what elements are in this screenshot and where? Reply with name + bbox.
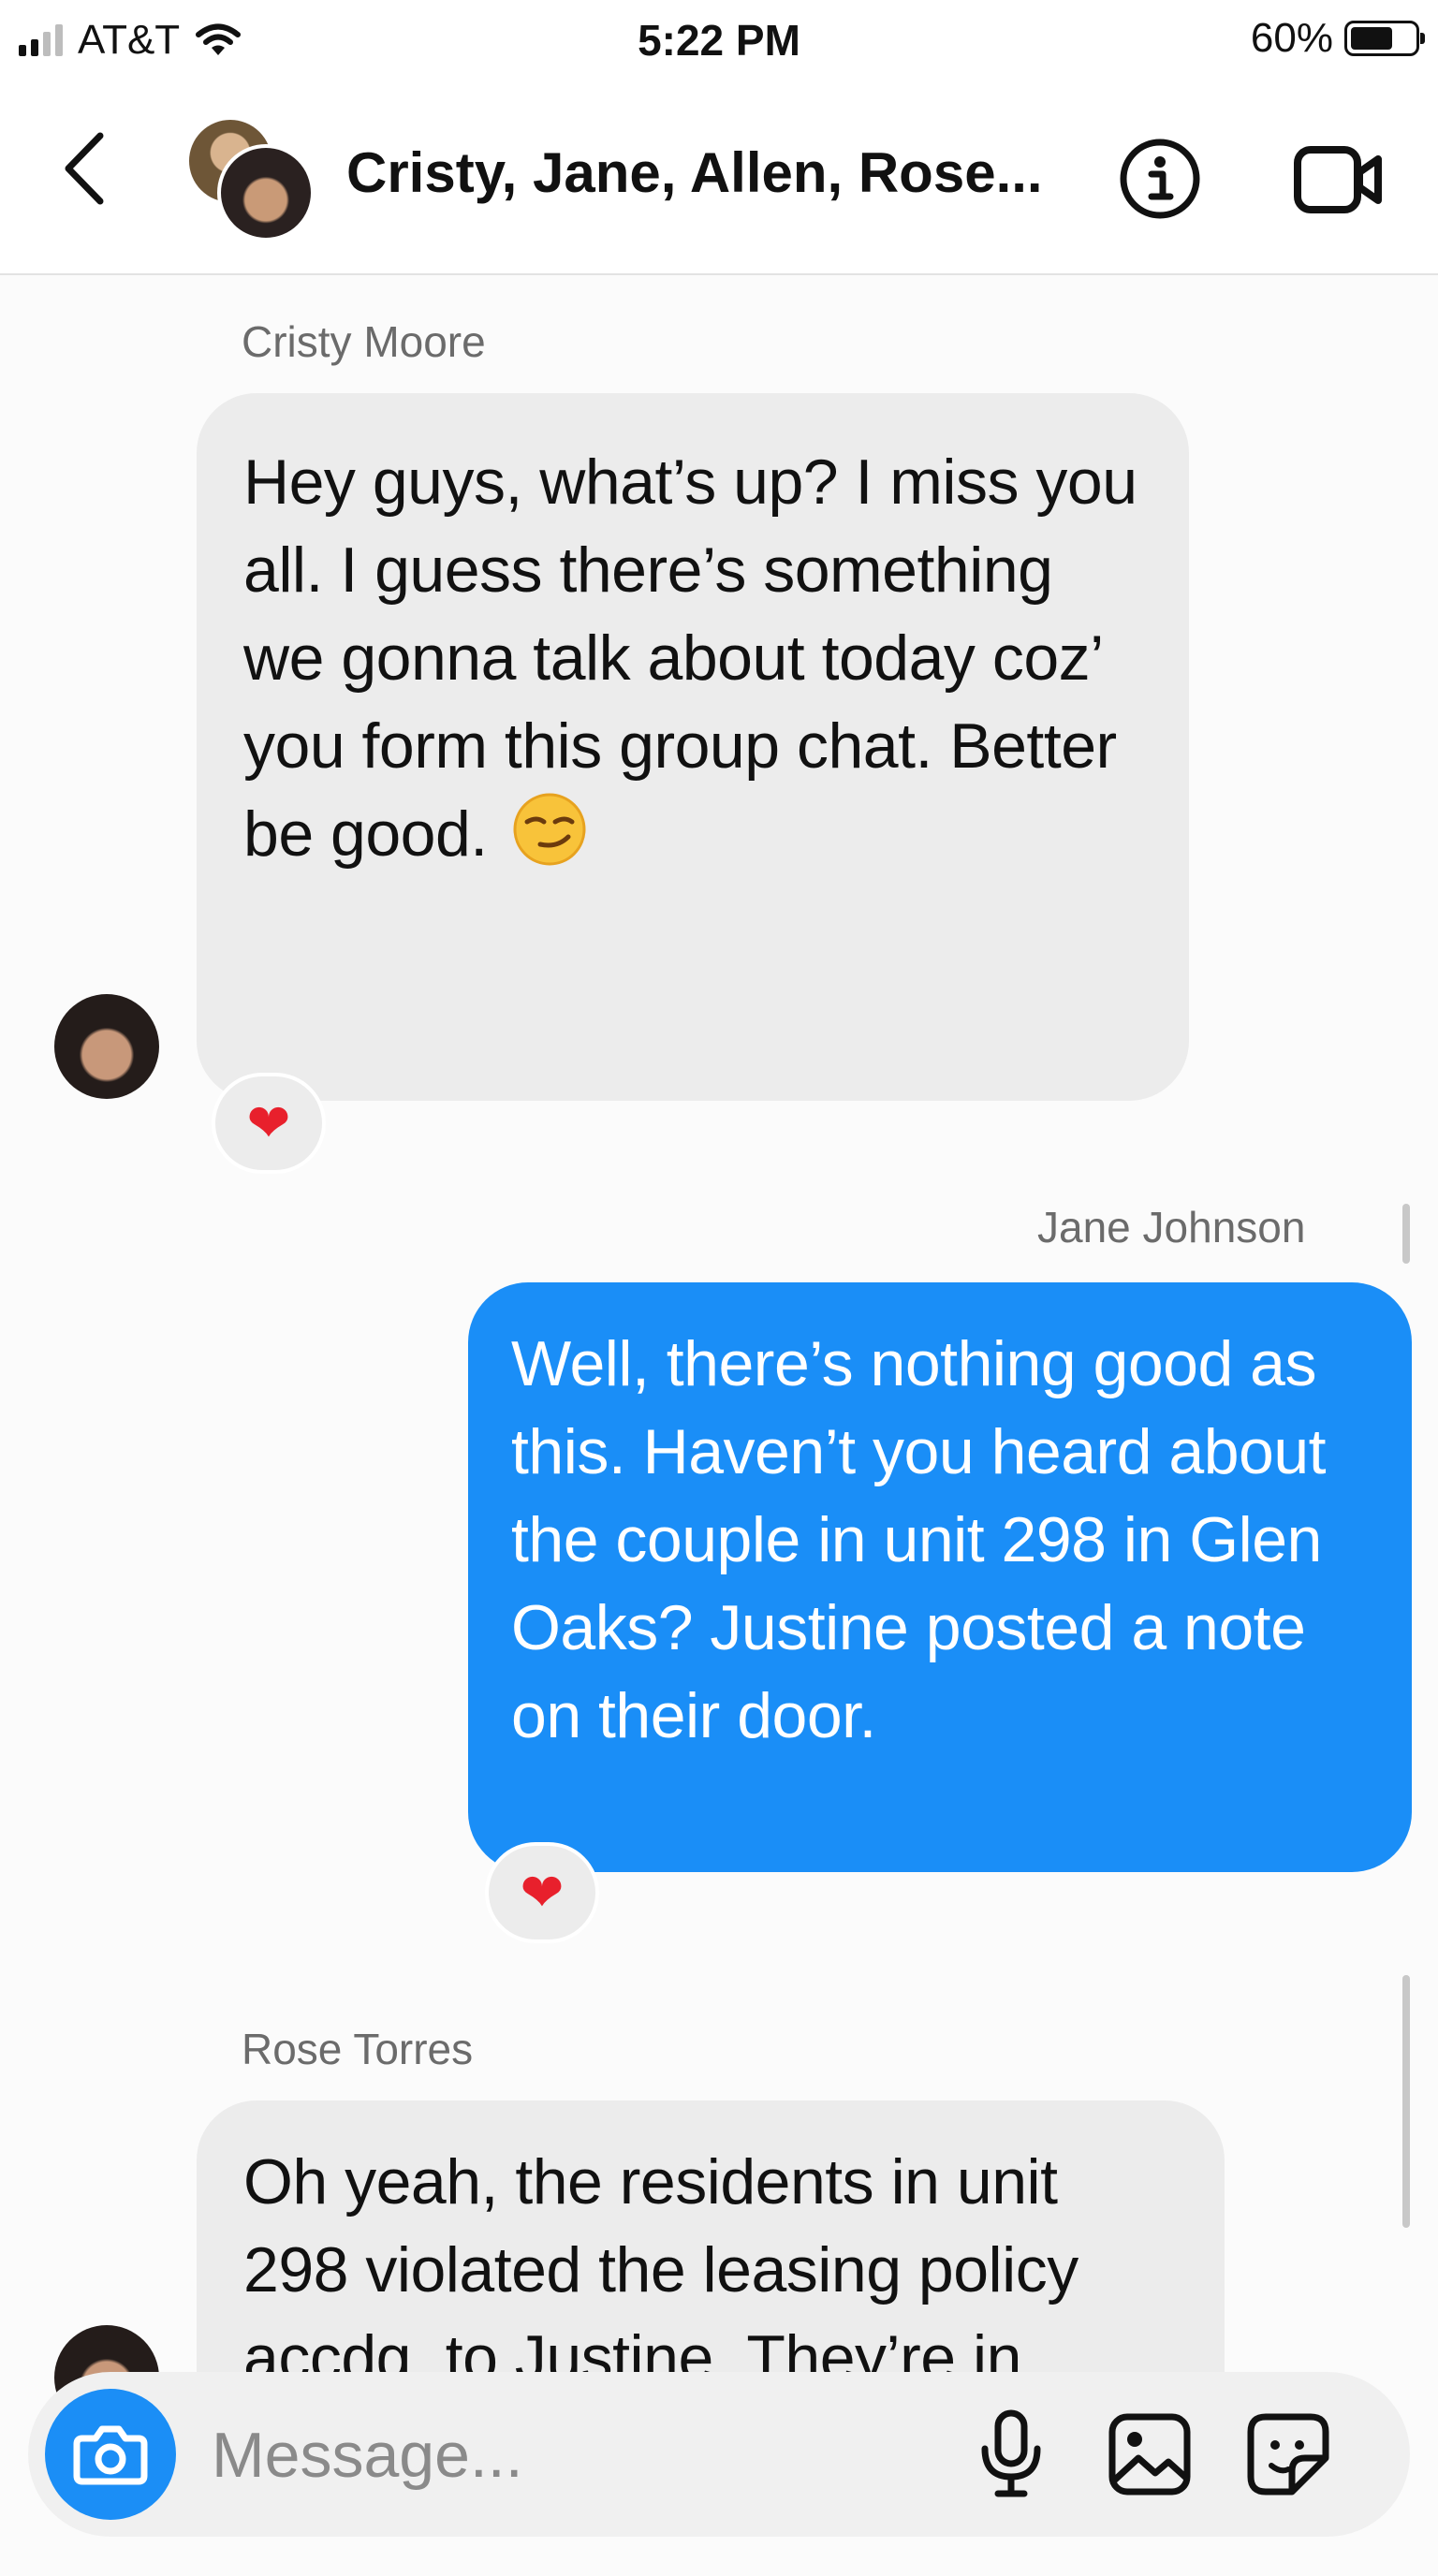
sticker-button[interactable] [1241, 2408, 1335, 2501]
camera-icon [73, 2425, 148, 2485]
chat-header: Cristy, Jane, Allen, Rose... [0, 75, 1438, 275]
battery-icon [1344, 21, 1425, 56]
gallery-icon [1108, 2413, 1191, 2496]
status-bar: AT&T 5:22 PM 60% [0, 0, 1438, 75]
message-composer [28, 2372, 1410, 2537]
group-avatar[interactable] [185, 116, 315, 242]
message-text: Oh yeah, the residents in unit 298 viola… [243, 2146, 1078, 2393]
scrollbar-marker [1402, 1204, 1410, 1264]
message-bubble-outgoing[interactable]: Well, there’s nothing good as this. Have… [468, 1282, 1412, 1872]
message-bubble-incoming[interactable]: Hey guys, what’s up? I miss you all. I g… [197, 393, 1189, 1101]
smirking-face-emoji [513, 793, 586, 866]
video-call-icon[interactable] [1292, 140, 1386, 219]
heart-reaction[interactable]: ❤ [212, 1073, 326, 1174]
heart-icon: ❤ [520, 1863, 565, 1922]
message-text: Well, there’s nothing good as this. Have… [511, 1328, 1327, 1751]
chat-screen: AT&T 5:22 PM 60% Cristy, Jane, Allen, Ro… [0, 0, 1438, 2576]
camera-button[interactable] [45, 2389, 176, 2520]
sender-name: Cristy Moore [242, 317, 486, 366]
sender-name: Jane Johnson [1037, 1203, 1306, 1251]
microphone-icon [981, 2409, 1041, 2497]
heart-reaction[interactable]: ❤ [485, 1842, 599, 1943]
microphone-button[interactable] [964, 2408, 1058, 2501]
heart-icon: ❤ [246, 1093, 291, 1152]
chat-title[interactable]: Cristy, Jane, Allen, Rose... [346, 140, 1043, 205]
sticker-icon [1247, 2413, 1329, 2496]
scrollbar-thumb[interactable] [1402, 1975, 1410, 2228]
message-input[interactable] [210, 2411, 925, 2499]
avatar[interactable] [54, 994, 159, 1099]
back-chevron-icon [65, 132, 104, 205]
sender-name: Rose Torres [242, 2025, 474, 2073]
info-icon[interactable] [1118, 137, 1202, 221]
status-time: 5:22 PM [638, 16, 800, 65]
message-text: Hey guys, what’s up? I miss you all. I g… [243, 446, 1137, 870]
gallery-button[interactable] [1103, 2408, 1196, 2501]
back-button[interactable] [47, 122, 122, 215]
member-avatar-front [217, 144, 315, 242]
battery-percentage: 60% [1250, 15, 1333, 61]
